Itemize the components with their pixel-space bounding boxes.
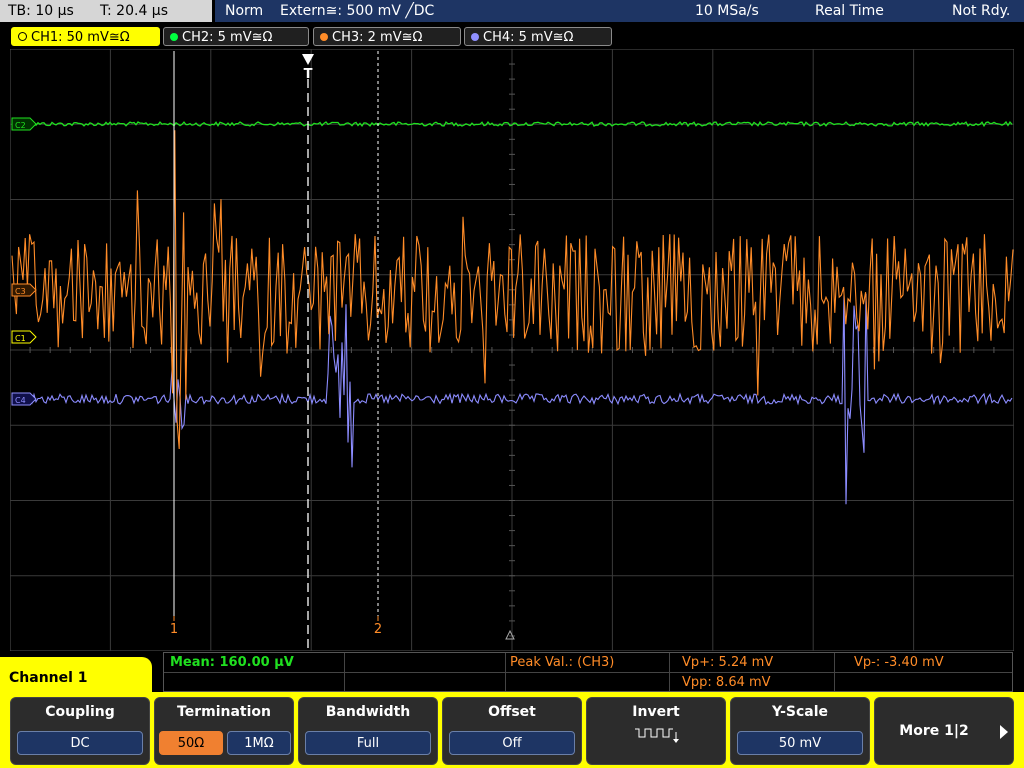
termination-50ohm-option[interactable]: 50Ω	[159, 731, 223, 755]
more-label: More 1|2	[899, 723, 969, 739]
meas-divider-h	[164, 672, 1012, 673]
ch1-ref-marker[interactable]: C1	[11, 330, 37, 344]
coupling-softkey[interactable]: Coupling DC	[10, 697, 150, 765]
termination-label: Termination	[177, 704, 271, 720]
trigger-marker-label: T	[304, 67, 313, 82]
meas-divider-v2	[505, 653, 506, 691]
coupling-value: DC	[17, 731, 143, 755]
tab-ch4-label: CH4: 5 mV≅Ω	[483, 30, 574, 45]
tab-ch3-label: CH3: 2 mV≅Ω	[332, 30, 423, 45]
vp-minus-readout: Vp-: -3.40 mV	[854, 655, 944, 670]
offset-softkey[interactable]: Offset Off	[442, 697, 582, 765]
coupling-label: Coupling	[45, 704, 115, 720]
mean-readout: Mean: 160.00 µV	[170, 655, 294, 670]
cursor-1-label: 1	[170, 622, 178, 637]
bandwidth-value: Full	[305, 731, 431, 755]
ch4-dot-icon	[471, 33, 479, 41]
tab-ch3[interactable]: CH3: 2 mV≅Ω	[313, 27, 461, 46]
invert-softkey[interactable]: Invert	[586, 697, 726, 765]
svg-text:C4: C4	[15, 396, 26, 405]
cursor-2-label: 2	[374, 622, 382, 637]
svg-text:C1: C1	[15, 334, 26, 343]
invert-waveform-icon	[635, 728, 679, 743]
sample-rate: 10 MSa/s	[695, 3, 759, 19]
yscale-label: Y-Scale	[771, 704, 828, 720]
trigger-mode: Norm	[225, 3, 264, 19]
chevron-right-icon	[1000, 725, 1008, 739]
trigger-source: Extern≅: 500 mV ╱DC	[280, 3, 435, 19]
tab-ch4[interactable]: CH4: 5 mV≅Ω	[464, 27, 612, 46]
svg-text:C3: C3	[15, 287, 26, 296]
bandwidth-label: Bandwidth	[325, 704, 411, 720]
tab-ch2-label: CH2: 5 mV≅Ω	[182, 30, 273, 45]
trigger-time-readout: T: 20.4 µs	[100, 3, 169, 19]
vpp-readout: Vpp: 8.64 mV	[682, 675, 771, 690]
ch2-dot-icon	[170, 33, 178, 41]
termination-1mohm-option[interactable]: 1MΩ	[227, 731, 291, 755]
ch1-dot-icon	[18, 32, 27, 41]
timebase-readout: TB: 10 µs	[8, 3, 74, 19]
peak-label: Peak Val.: (CH3)	[510, 655, 615, 670]
ready-status: Not Rdy.	[952, 3, 1011, 19]
ch4-ref-marker[interactable]: C4	[11, 392, 37, 406]
offset-label: Offset	[488, 704, 536, 720]
acquisition-status-bar[interactable]: Norm Extern≅: 500 mV ╱DC 10 MSa/s Real T…	[215, 0, 1024, 22]
bandwidth-softkey[interactable]: Bandwidth Full	[298, 697, 438, 765]
ch2-ref-marker[interactable]: C2	[11, 117, 37, 131]
measurement-panel[interactable]: Mean: 160.00 µV Peak Val.: (CH3) Vp+: 5.…	[163, 652, 1013, 692]
invert-label: Invert	[632, 704, 680, 720]
tab-ch2[interactable]: CH2: 5 mV≅Ω	[163, 27, 309, 46]
meas-divider-v1	[344, 653, 345, 691]
yscale-softkey[interactable]: Y-Scale 50 mV	[730, 697, 870, 765]
svg-text:C2: C2	[15, 121, 26, 130]
acquisition-mode: Real Time	[815, 3, 884, 19]
tab-ch1[interactable]: CH1: 50 mV≅Ω	[11, 27, 160, 46]
waveform-display[interactable]: T 1 2 C2 C3 C1 C4	[10, 49, 1014, 651]
ch3-ref-marker[interactable]: C3	[11, 283, 37, 297]
offset-value: Off	[449, 731, 575, 755]
termination-softkey[interactable]: Termination 50Ω 1MΩ	[154, 697, 294, 765]
tab-ch1-label: CH1: 50 mV≅Ω	[31, 30, 130, 45]
timebase-panel[interactable]: TB: 10 µs T: 20.4 µs	[0, 0, 212, 22]
menu-title: Channel 1	[9, 670, 88, 686]
vp-plus-readout: Vp+: 5.24 mV	[682, 655, 774, 670]
meas-divider-v3	[669, 653, 670, 691]
ch3-dot-icon	[320, 33, 328, 41]
yscale-value: 50 mV	[737, 731, 863, 755]
more-softkey[interactable]: More 1|2	[874, 697, 1014, 765]
meas-divider-v4	[834, 653, 835, 691]
